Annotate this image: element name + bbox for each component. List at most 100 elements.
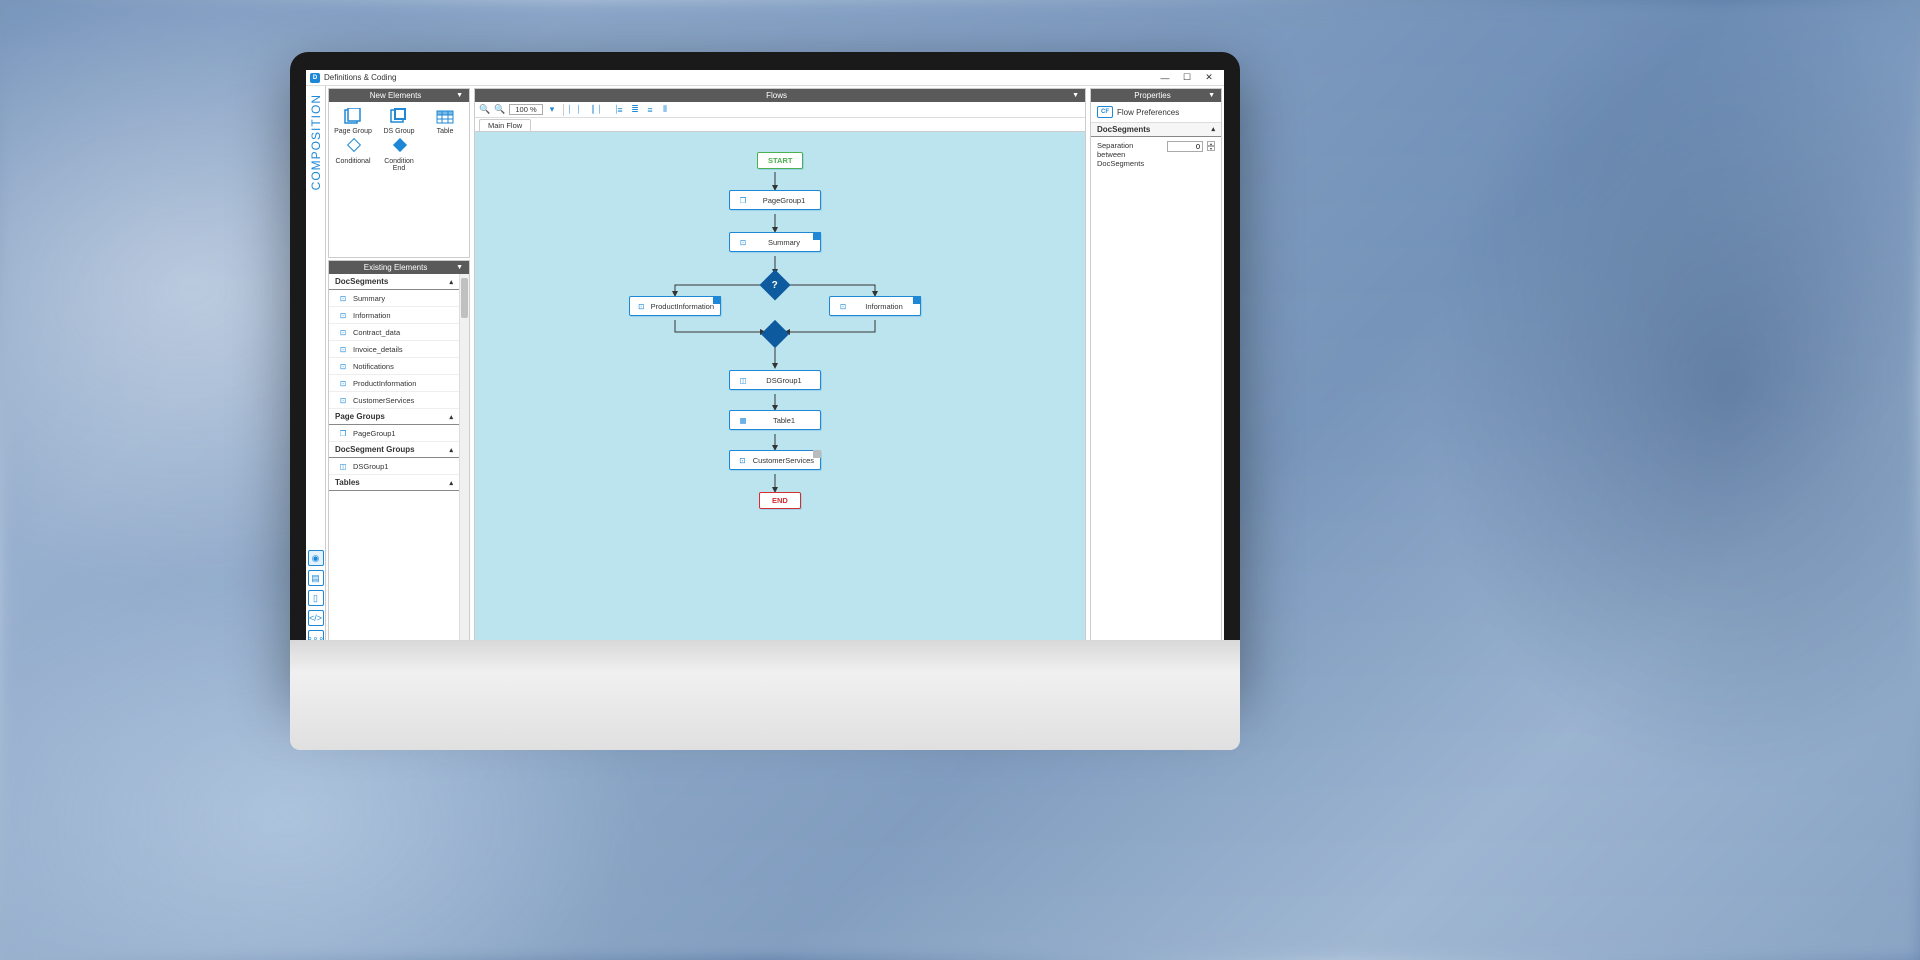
ds-group-icon xyxy=(389,108,409,126)
new-element-condition-end[interactable]: Condition End xyxy=(379,138,419,173)
app-body: COMPOSITION ◉ ▤ ▯ </> ∘∘∘ New Elements ▼ xyxy=(306,86,1224,652)
item-label: PageGroup1 xyxy=(353,429,396,438)
chevron-up-icon: ▴ xyxy=(449,278,453,286)
composition-label: COMPOSITION xyxy=(309,94,323,190)
zoom-level[interactable]: 100 % xyxy=(509,104,543,115)
collapse-icon: ▼ xyxy=(456,92,463,99)
new-element-ds-group[interactable]: DS Group xyxy=(379,108,419,136)
flow-canvas[interactable]: START ❐ PageGroup1 ⊡ Summary ? ⊡ Product… xyxy=(475,132,1085,649)
flow-node-condition-end[interactable] xyxy=(761,320,789,348)
scrollbar-thumb[interactable] xyxy=(461,278,468,318)
zoom-in-icon[interactable]: 🔍 xyxy=(479,104,491,115)
category-label: Page Groups xyxy=(335,412,385,421)
left-rail: COMPOSITION ◉ ▤ ▯ </> ∘∘∘ xyxy=(306,86,326,652)
list-item[interactable]: ⊡ProductInformation xyxy=(329,375,459,392)
separation-spinner[interactable]: ▴ ▾ xyxy=(1207,141,1215,151)
separation-value[interactable] xyxy=(1170,142,1200,151)
doc-icon[interactable]: ▯ xyxy=(308,590,324,606)
flows-header[interactable]: Flows ▼ xyxy=(475,89,1085,102)
maximize-button[interactable]: ☐ xyxy=(1176,72,1198,83)
list-item[interactable]: ⊡Contract_data xyxy=(329,324,459,341)
close-button[interactable]: ✕ xyxy=(1198,72,1220,83)
collapse-icon: ▼ xyxy=(456,264,463,271)
node-label: Information xyxy=(854,302,914,311)
flow-node-table1[interactable]: ▦ Table1 xyxy=(729,410,821,430)
chevron-down-icon[interactable]: ▾ xyxy=(546,104,558,115)
list-item[interactable]: ⊡ Summary xyxy=(329,290,459,307)
existing-elements-header[interactable]: Existing Elements ▼ xyxy=(329,261,469,274)
new-elements-title: New Elements xyxy=(335,91,456,100)
align-right-icon[interactable]: ⎸⎹ xyxy=(599,104,611,115)
flow-node-productinformation[interactable]: ⊡ ProductInformation xyxy=(629,296,721,316)
category-docsegmentgroups[interactable]: DocSegment Groups ▴ xyxy=(329,442,459,458)
flow-node-end[interactable]: END xyxy=(759,492,801,509)
scrollbar[interactable] xyxy=(459,274,469,649)
flow-node-pagegroup1[interactable]: ❐ PageGroup1 xyxy=(729,190,821,210)
rail-icons: ◉ ▤ ▯ </> ∘∘∘ xyxy=(308,550,324,646)
node-label: START xyxy=(768,156,792,165)
node-label: Summary xyxy=(754,238,814,247)
table-icon xyxy=(435,108,455,126)
condition-end-icon xyxy=(389,138,409,156)
align-center-icon[interactable]: ⎹⎸ xyxy=(584,104,596,115)
zoom-out-icon[interactable]: 🔍 xyxy=(494,104,506,115)
new-element-conditional[interactable]: Conditional xyxy=(333,138,373,173)
category-tables[interactable]: Tables▴ xyxy=(329,475,459,491)
spinner-down-icon[interactable]: ▾ xyxy=(1207,146,1215,151)
properties-panel: Properties ▼ CF Flow Preferences DocSegm… xyxy=(1090,88,1222,650)
align-left-icon[interactable]: ⎸⎸ xyxy=(569,104,581,115)
distribute-icon[interactable]: ⫴ xyxy=(659,104,671,115)
separation-input[interactable] xyxy=(1167,141,1203,152)
existing-elements-list: DocSegments▴ ⊡ Summary ⊡Information ⊡Cont… xyxy=(329,274,459,649)
chevron-up-icon: ▴ xyxy=(449,446,453,454)
new-element-label: Condition End xyxy=(379,158,419,173)
new-element-page-group[interactable]: Page Group xyxy=(333,108,373,136)
category-docsegments[interactable]: DocSegments▴ xyxy=(329,274,459,290)
align-top-icon[interactable]: ≡ xyxy=(614,105,626,115)
app-window: D Definitions & Coding — ☐ ✕ COMPOSITION… xyxy=(306,70,1224,652)
list-item[interactable]: ⊡Invoice_details xyxy=(329,341,459,358)
separator xyxy=(563,104,564,116)
docsegment-icon: ⊡ xyxy=(337,395,349,405)
flow-node-start[interactable]: START xyxy=(757,152,803,169)
page-group-icon xyxy=(343,108,363,126)
code-icon[interactable]: </> xyxy=(308,610,324,626)
page-group-icon: ❐ xyxy=(337,428,349,438)
chevron-up-icon: ▴ xyxy=(449,413,453,421)
existing-elements-panel: Existing Elements ▼ DocSegments▴ ⊡ Summar… xyxy=(328,260,470,650)
properties-header[interactable]: Properties ▼ xyxy=(1091,89,1221,102)
layers-icon[interactable]: ▤ xyxy=(308,570,324,586)
item-label: Invoice_details xyxy=(353,345,403,354)
docsegment-icon: ⊡ xyxy=(736,454,749,466)
align-middle-icon[interactable]: ≣ xyxy=(629,104,641,115)
flow-node-conditional[interactable]: ? xyxy=(759,269,790,300)
prop-section-docsegments[interactable]: DocSegments ▴ xyxy=(1091,123,1221,137)
new-elements-body: Page Group DS Group Table Condition xyxy=(329,102,469,257)
flow-preferences-label: Flow Preferences xyxy=(1117,108,1179,117)
align-bottom-icon[interactable]: ≡ xyxy=(644,105,656,115)
docsegment-icon: ⊡ xyxy=(337,361,349,371)
list-item[interactable]: ⊡Notifications xyxy=(329,358,459,375)
new-element-label: Conditional xyxy=(335,158,370,166)
eye-icon[interactable]: ◉ xyxy=(308,550,324,566)
flow-node-dsgroup1[interactable]: ◫ DSGroup1 xyxy=(729,370,821,390)
category-pagegroups[interactable]: Page Groups ▴ xyxy=(329,409,459,425)
new-element-table[interactable]: Table xyxy=(425,108,465,136)
minimize-button[interactable]: — xyxy=(1154,73,1176,83)
new-elements-header[interactable]: New Elements ▼ xyxy=(329,89,469,102)
flow-node-summary[interactable]: ⊡ Summary xyxy=(729,232,821,252)
prop-label: Separation between DocSegments xyxy=(1097,141,1163,168)
tab-main-flow[interactable]: Main Flow xyxy=(479,119,531,131)
node-badge xyxy=(713,296,721,304)
category-label: DocSegment Groups xyxy=(335,445,415,454)
list-item[interactable]: ◫DSGroup1 xyxy=(329,458,459,475)
list-item[interactable]: ⊡CustomerServices xyxy=(329,392,459,409)
flow-node-information[interactable]: ⊡ Information xyxy=(829,296,921,316)
item-label: DSGroup1 xyxy=(353,462,388,471)
list-item[interactable]: ⊡Information xyxy=(329,307,459,324)
item-label: Summary xyxy=(353,294,385,303)
docsegment-icon: ⊡ xyxy=(337,293,349,303)
flow-node-customerservices[interactable]: ⊡ CustomerServices xyxy=(729,450,821,470)
list-item[interactable]: ❐ PageGroup1 xyxy=(329,425,459,442)
node-label: END xyxy=(772,496,788,505)
